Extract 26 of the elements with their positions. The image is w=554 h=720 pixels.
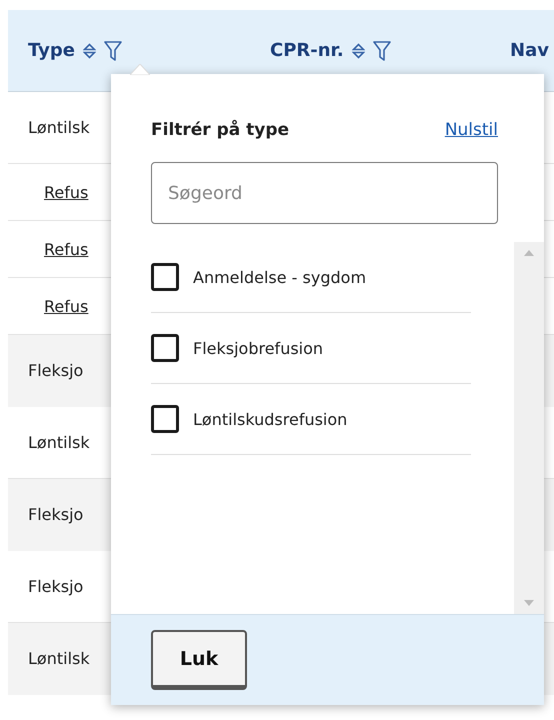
sort-icon [82,42,96,58]
table-link[interactable]: Refus [44,182,88,202]
table-cell: Fleksjo [28,361,84,380]
column-header[interactable]: CPR-nr. [270,40,344,61]
reset-link[interactable]: Nulstil [444,120,498,140]
checkbox[interactable] [151,405,179,433]
checkbox[interactable] [151,334,179,362]
table-link[interactable]: Refus [44,240,88,258]
filter-icon[interactable] [104,40,122,60]
option-label[interactable]: Anmeldelse - sygdom [193,268,366,286]
checkbox[interactable] [151,263,179,291]
option-label[interactable]: Løntilskudsrefusion [193,410,348,428]
table-cell: Løntilsk [28,118,90,137]
popover-title: Filtrér på type [151,120,290,140]
sort-icon [352,42,365,58]
column-header[interactable]: Nav [510,40,549,61]
column-header[interactable]: Type [28,40,75,61]
search-field[interactable]: Søgeord [151,162,498,224]
filter-icon[interactable] [372,40,391,60]
close-button[interactable]: Luk [151,630,247,690]
table-cell: Løntilsk [28,649,90,668]
table-link[interactable]: Refus [44,296,88,316]
table-cell: Fleksjo [28,577,84,596]
table-cell: Løntilsk [28,433,90,452]
table-cell: Fleksjo [28,505,84,524]
option-label[interactable]: Fleksjobrefusion [193,338,324,358]
